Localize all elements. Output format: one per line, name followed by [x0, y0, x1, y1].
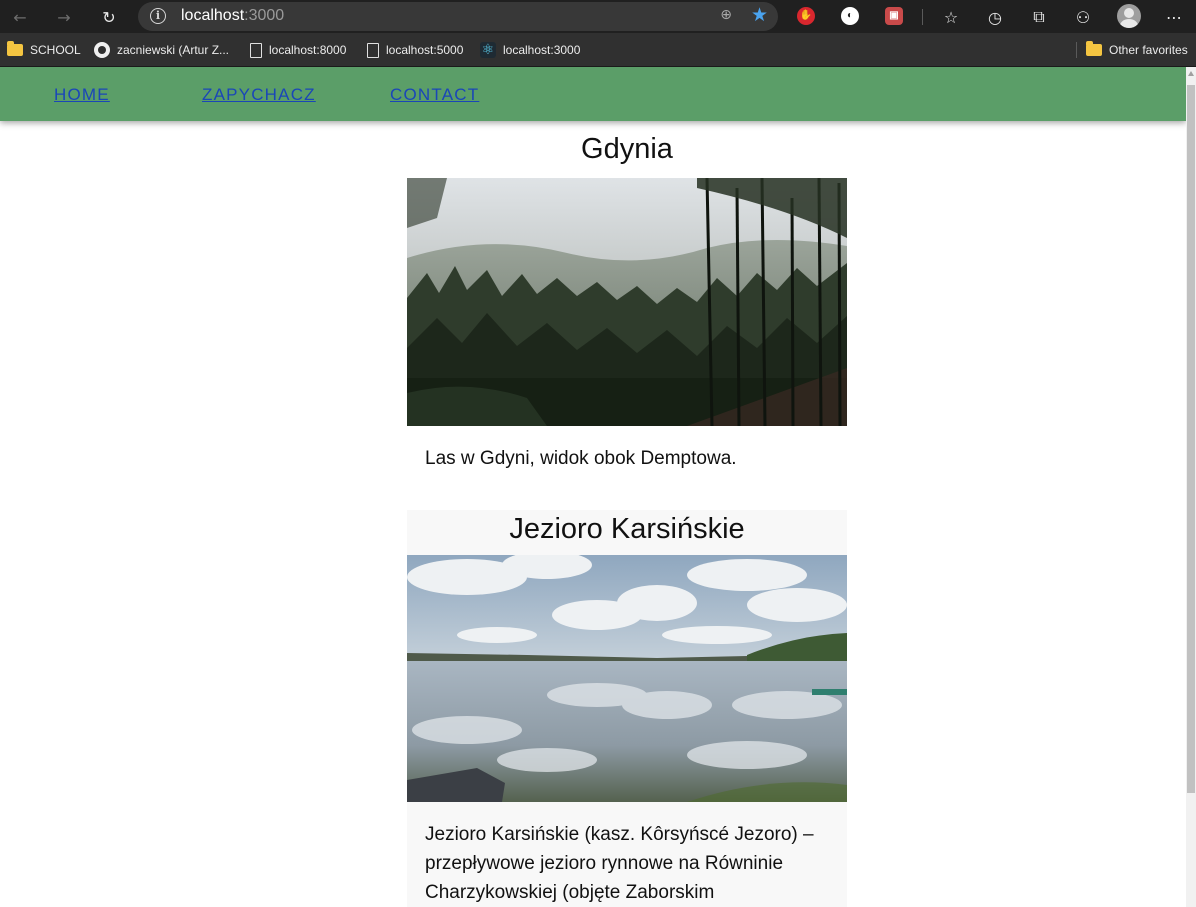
page-icon [250, 42, 262, 58]
bookmark-label: localhost:5000 [386, 43, 464, 57]
bookmark-localhost-8000[interactable]: localhost:8000 [250, 41, 346, 59]
url-host: localhost [181, 7, 245, 24]
bookmark-label: Other favorites [1109, 43, 1188, 57]
navbar: HOME ZAPYCHACZ CONTACT [0, 67, 1186, 121]
card-title: Gdynia [581, 133, 673, 165]
zoom-icon[interactable]: ⊕ [720, 7, 732, 23]
address-bar[interactable]: i localhost:3000 ⊕ ★ [138, 2, 778, 31]
card-jezioro-karsinskie: Jezioro Karsińskie Jezioro Karsińskie (k… [407, 510, 847, 907]
share-icon[interactable]: ⚇ [1071, 5, 1095, 29]
forward-arrow-icon[interactable]: → [52, 5, 76, 29]
bookmark-localhost-3000[interactable]: ⚛ localhost:3000 [480, 41, 580, 59]
react-icon: ⚛ [480, 42, 496, 58]
url-port: :3000 [244, 7, 285, 24]
browser-toolbar: ← → ↻ i localhost:3000 ⊕ ★ ✋ ◐ ▣ ☆ ◷ ⧉ ⚇… [0, 0, 1196, 33]
nav-link-home[interactable]: HOME [54, 85, 110, 105]
github-icon [94, 42, 110, 58]
bookmark-school[interactable]: SCHOOL [7, 41, 81, 59]
extension-adblock-icon[interactable]: ✋ [797, 7, 815, 25]
site-info-icon[interactable]: i [150, 8, 166, 24]
extension-circle-icon[interactable]: ◐ [841, 7, 859, 25]
bookmark-localhost-5000[interactable]: localhost:5000 [367, 41, 463, 59]
favorite-star-icon[interactable]: ★ [751, 4, 768, 26]
bookmark-github[interactable]: zacniewski (Artur Z... [94, 41, 229, 59]
back-arrow-icon[interactable]: ← [8, 5, 32, 29]
reload-icon[interactable]: ↻ [97, 5, 121, 29]
folder-icon [7, 41, 23, 56]
bookmarks-bar: SCHOOL zacniewski (Artur Z... localhost:… [0, 33, 1196, 67]
forest-photo [407, 178, 847, 426]
extension-red-icon[interactable]: ▣ [885, 7, 903, 25]
card-description: Jezioro Karsińskie (kasz. Kôrsyńscé Jezo… [425, 824, 814, 903]
scroll-thumb[interactable] [1187, 85, 1195, 793]
lake-photo [407, 555, 847, 802]
favorites-icon[interactable]: ☆ [939, 5, 963, 29]
bookmark-label: localhost:3000 [503, 43, 581, 57]
more-menu-icon[interactable]: ⋯ [1162, 5, 1186, 29]
bookmark-label: zacniewski (Artur Z... [117, 43, 230, 57]
scroll-up-arrow-icon[interactable] [1188, 71, 1194, 76]
card-gdynia: Gdynia Las w Gdyni, widok obok Demptowa. [407, 133, 847, 473]
page-icon [367, 42, 379, 58]
bookmark-label: SCHOOL [30, 43, 81, 57]
toolbar-separator [922, 9, 923, 25]
nav-link-contact[interactable]: CONTACT [390, 85, 479, 105]
card-description: Las w Gdyni, widok obok Demptowa. [425, 448, 737, 469]
nav-link-zapychacz[interactable]: ZAPYCHACZ [202, 85, 316, 105]
folder-icon [1086, 41, 1102, 56]
profile-avatar[interactable] [1117, 4, 1141, 28]
page-scrollbar[interactable] [1186, 67, 1196, 907]
history-icon[interactable]: ◷ [983, 5, 1007, 29]
card-title: Jezioro Karsińskie [509, 513, 745, 545]
bookmark-other-favorites[interactable]: Other favorites [1086, 41, 1188, 59]
url-text[interactable]: localhost:3000 [181, 7, 284, 25]
collections-icon[interactable]: ⧉ [1027, 5, 1051, 29]
bookmarks-separator [1076, 42, 1077, 58]
page-viewport: HOME ZAPYCHACZ CONTACT Gdynia Las w Gdyn… [0, 67, 1196, 907]
bookmark-label: localhost:8000 [269, 43, 347, 57]
